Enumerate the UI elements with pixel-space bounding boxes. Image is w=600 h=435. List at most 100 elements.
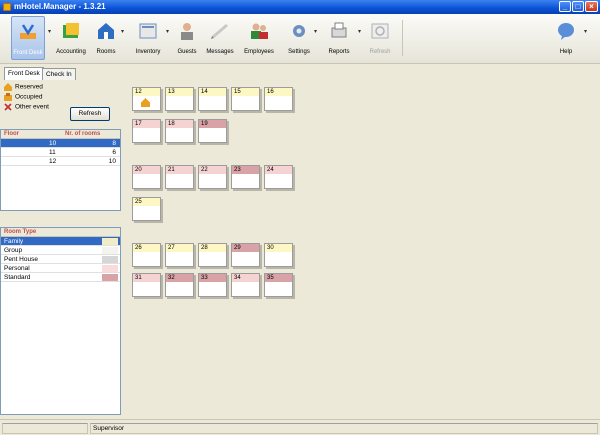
room-type-row[interactable]: Family xyxy=(1,237,120,246)
room-tile[interactable]: 18 xyxy=(165,119,194,143)
room-tile[interactable]: 24 xyxy=(264,165,293,189)
messages-button[interactable]: Messages xyxy=(202,16,238,60)
rooms-button[interactable]: Rooms xyxy=(93,16,119,60)
rooms-icon xyxy=(98,23,114,39)
help-label: Help xyxy=(559,49,573,55)
room-tile[interactable]: 16 xyxy=(264,87,293,111)
maximize-button[interactable]: □ xyxy=(572,1,584,12)
legend-reserved: Reserved xyxy=(4,83,43,92)
room-tile[interactable]: 31 xyxy=(132,273,161,297)
room-type-name: Family xyxy=(4,238,24,245)
accounting-label: Accounting xyxy=(56,49,86,55)
toolbar-separator xyxy=(402,20,403,56)
settings-button[interactable]: Settings xyxy=(285,16,313,60)
room-type-row[interactable]: Group xyxy=(1,246,120,255)
room-tile[interactable]: 26 xyxy=(132,243,161,267)
inventory-icon xyxy=(139,23,157,39)
inventory-button[interactable]: Inventory xyxy=(131,16,165,60)
main-toolbar: Front Desk ▾ Accounting Rooms ▾ Inventor… xyxy=(0,14,600,64)
settings-label: Settings xyxy=(288,49,310,55)
help-icon xyxy=(558,23,574,40)
refresh-toolbar-button[interactable]: Refresh xyxy=(365,16,395,60)
room-type-grid-header: Room Type xyxy=(1,228,120,237)
room-number: 27 xyxy=(166,244,193,252)
room-number: 33 xyxy=(199,274,226,282)
settings-dropdown-arrow[interactable]: ▾ xyxy=(314,28,319,35)
room-tile[interactable]: 17 xyxy=(132,119,161,143)
room-type-row[interactable]: Standard xyxy=(1,273,120,282)
other-event-icon xyxy=(4,103,12,111)
status-user: Supervisor xyxy=(90,423,598,434)
room-number: 23 xyxy=(232,166,259,174)
room-number: 25 xyxy=(133,198,160,206)
help-dropdown-arrow[interactable]: ▾ xyxy=(584,28,589,35)
room-number: 35 xyxy=(265,274,292,282)
room-tile[interactable]: 23 xyxy=(231,165,260,189)
room-tile[interactable]: 33 xyxy=(198,273,227,297)
room-tile[interactable]: 15 xyxy=(231,87,260,111)
room-type-column-header[interactable]: Room Type xyxy=(4,229,36,235)
reports-dropdown-arrow[interactable]: ▾ xyxy=(358,28,363,35)
floor-row[interactable]: 11 6 xyxy=(1,148,120,157)
room-type-grid: Room Type Family Group Pent House Personal S… xyxy=(0,227,121,415)
rooms-dropdown-arrow[interactable]: ▾ xyxy=(121,28,126,35)
room-tile[interactable]: 12 xyxy=(132,87,161,111)
guests-button[interactable]: Guests xyxy=(173,16,201,60)
accounting-button[interactable]: Accounting xyxy=(54,16,88,60)
inventory-dropdown-arrow[interactable]: ▾ xyxy=(166,28,171,35)
floor-column-header[interactable]: Floor xyxy=(4,131,19,137)
tab-front-desk[interactable]: Front Desk xyxy=(4,67,44,80)
refresh-button[interactable]: Refresh xyxy=(70,107,110,121)
room-number: 24 xyxy=(265,166,292,174)
employees-label: Employees xyxy=(244,49,274,55)
messages-label: Messages xyxy=(206,49,234,55)
legend-occupied: Occupied xyxy=(4,93,42,102)
room-tile[interactable]: 21 xyxy=(165,165,194,189)
room-tile[interactable]: 34 xyxy=(231,273,260,297)
help-button[interactable]: Help xyxy=(552,16,580,60)
room-type-row[interactable]: Pent House xyxy=(1,255,120,264)
room-type-color-swatch xyxy=(102,265,118,272)
room-tile[interactable]: 29 xyxy=(231,243,260,267)
rooms-count-cell: 8 xyxy=(112,140,116,147)
room-tile[interactable]: 19 xyxy=(198,119,227,143)
front-desk-button[interactable]: Front Desk xyxy=(11,16,45,60)
room-tile[interactable]: 27 xyxy=(165,243,194,267)
floor-row[interactable]: 10 8 xyxy=(1,139,120,148)
room-type-color-swatch xyxy=(102,247,118,254)
floor-cell: 11 xyxy=(49,149,56,156)
inventory-label: Inventory xyxy=(135,49,161,55)
floor-grid-header: Floor Nr. of rooms xyxy=(1,130,120,139)
floor-cell: 10 xyxy=(49,140,57,147)
room-type-color-swatch xyxy=(102,274,118,281)
room-number: 34 xyxy=(232,274,259,282)
room-tile[interactable]: 35 xyxy=(264,273,293,297)
room-tile[interactable]: 25 xyxy=(132,197,161,221)
room-tile[interactable]: 30 xyxy=(264,243,293,267)
room-number: 32 xyxy=(166,274,193,282)
room-tile[interactable]: 32 xyxy=(165,273,194,297)
legend-other-event: Other event xyxy=(4,103,49,112)
legend-occupied-label: Occupied xyxy=(15,93,43,101)
tab-check-in[interactable]: Check In xyxy=(42,68,76,80)
room-number: 16 xyxy=(265,88,292,96)
room-tile[interactable]: 14 xyxy=(198,87,227,111)
room-tile[interactable]: 20 xyxy=(132,165,161,189)
reports-button[interactable]: Reports xyxy=(322,16,356,60)
room-number: 20 xyxy=(133,166,160,174)
floor-row[interactable]: 12 10 xyxy=(1,157,120,166)
legend-other-event-label: Other event xyxy=(15,103,49,111)
rooms-column-header[interactable]: Nr. of rooms xyxy=(65,131,100,137)
room-type-name: Standard xyxy=(4,274,31,281)
room-tile[interactable]: 13 xyxy=(165,87,194,111)
room-tile[interactable]: 28 xyxy=(198,243,227,267)
room-tile[interactable]: 22 xyxy=(198,165,227,189)
minimize-button[interactable]: _ xyxy=(559,1,571,12)
room-type-name: Pent House xyxy=(4,256,38,263)
front-desk-dropdown-arrow[interactable]: ▾ xyxy=(48,28,53,35)
rooms-count-cell: 10 xyxy=(108,158,116,165)
close-button[interactable]: × xyxy=(585,1,598,12)
room-number: 28 xyxy=(199,244,226,252)
room-type-row[interactable]: Personal xyxy=(1,264,120,273)
employees-button[interactable]: Employees xyxy=(240,16,278,60)
